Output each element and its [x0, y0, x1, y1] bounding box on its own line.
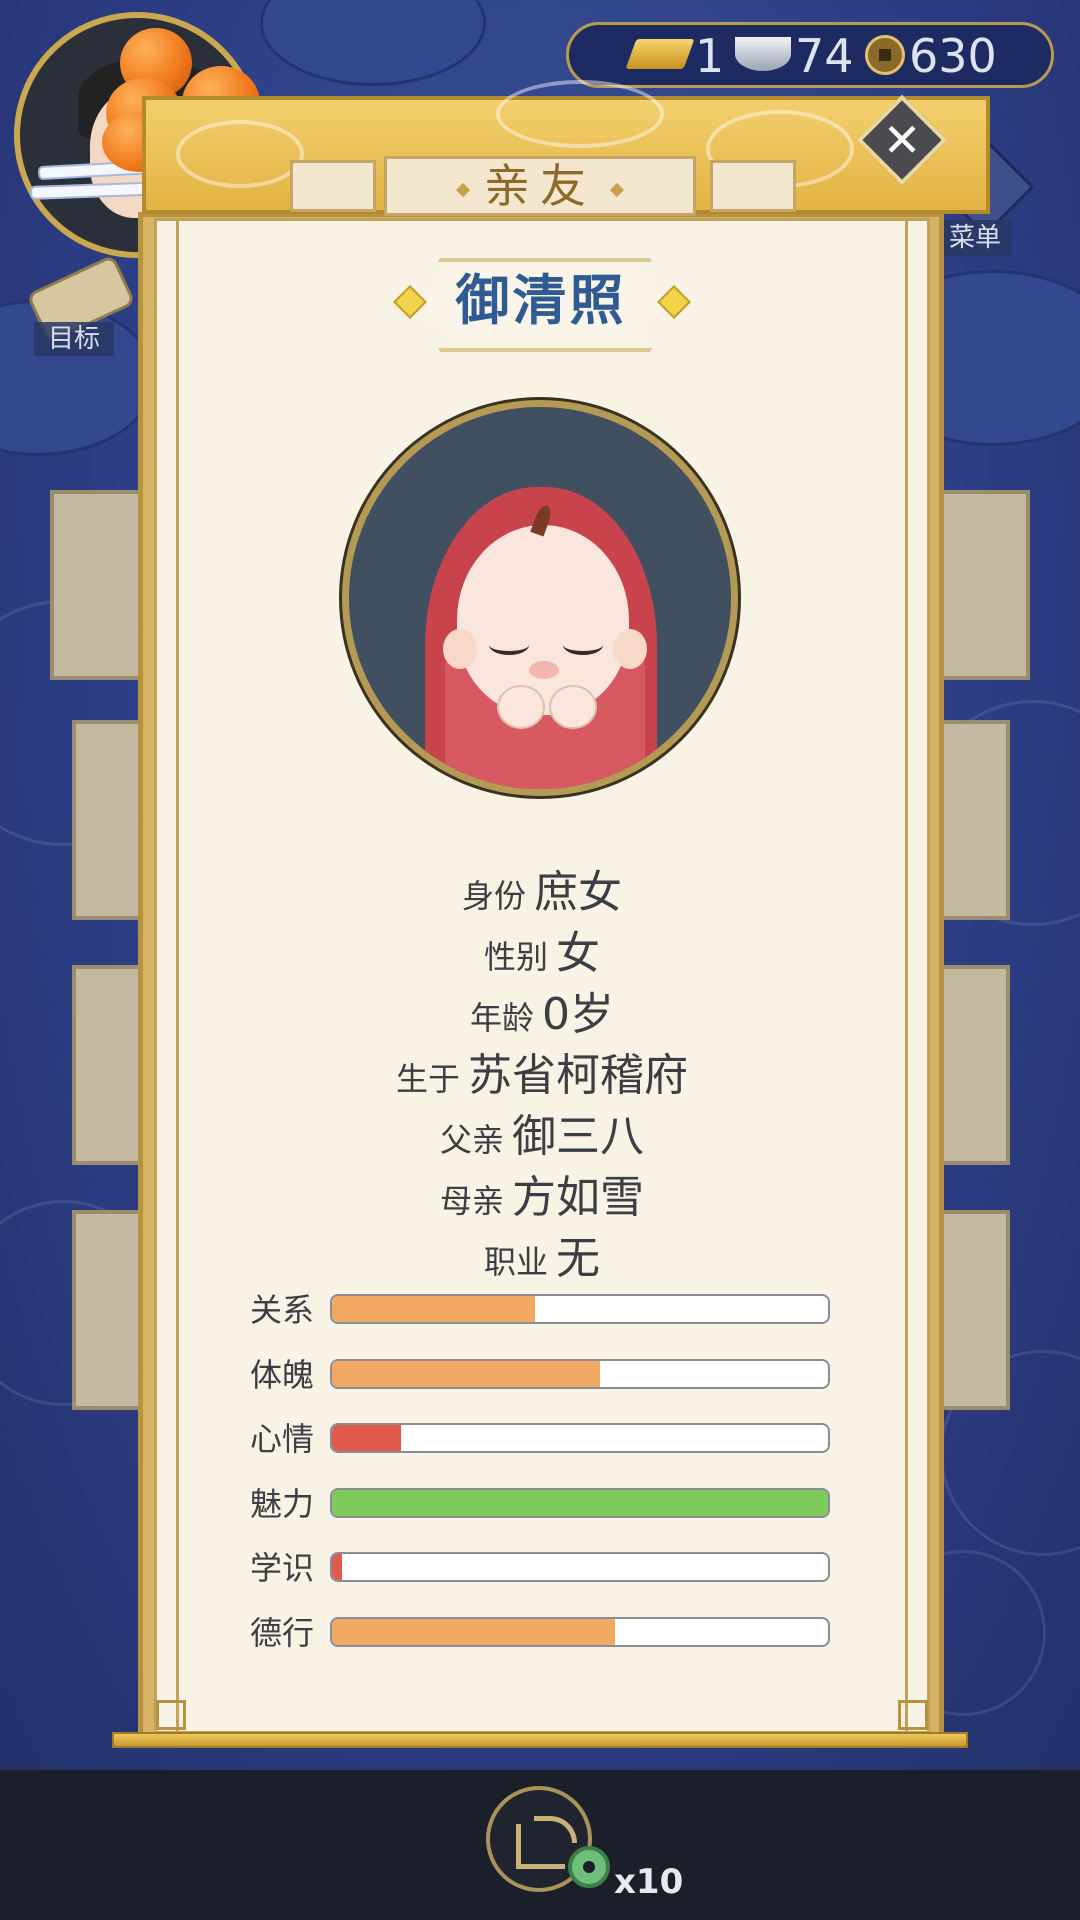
close-icon: ✕	[882, 113, 922, 167]
info-value: 苏省柯稽府	[468, 1050, 688, 1101]
menu-label: 菜单	[938, 220, 1012, 256]
info-label: 父亲	[439, 1121, 504, 1159]
character-portrait	[342, 400, 738, 796]
stat-label: 学识	[250, 1549, 315, 1587]
stat-bar	[330, 1488, 830, 1518]
stat-bar	[330, 1294, 830, 1324]
header-plate	[290, 160, 376, 212]
stat-bar	[330, 1359, 830, 1389]
stat-fill	[332, 1425, 402, 1451]
corner-ornament	[898, 1700, 928, 1730]
dialog-title-text: 亲友	[484, 159, 596, 213]
info-occupation: 职业无	[176, 1222, 908, 1284]
character-name: 御清照	[455, 269, 627, 332]
info-value: 无	[556, 1233, 600, 1284]
info-value: 0岁	[542, 989, 614, 1040]
info-label: 职业	[483, 1243, 548, 1281]
stat-bar	[330, 1617, 830, 1647]
stat-bar	[330, 1423, 830, 1453]
jade-coin-icon	[568, 1846, 610, 1888]
header-plate	[710, 160, 796, 212]
stat-label: 关系	[250, 1291, 315, 1329]
info-birthplace: 生于 苏省柯稽府	[176, 1039, 908, 1101]
currency-bar: 1 74 630	[566, 22, 1054, 88]
info-identity: 身份 庶女	[176, 856, 908, 918]
goal-label: 目标	[34, 322, 114, 356]
stat-label: 心情	[250, 1420, 315, 1458]
dialog-title: 亲友	[384, 156, 696, 216]
gold-ingot-icon	[625, 39, 695, 69]
copper-coin-icon	[865, 35, 905, 75]
gold-count: 1	[695, 29, 725, 83]
silver-count: 74	[795, 29, 854, 83]
info-value: 方如雪	[512, 1172, 644, 1223]
info-value: 庶女	[534, 867, 622, 918]
share-arrow-icon	[534, 1816, 577, 1843]
stat-fill	[332, 1361, 600, 1387]
stat-label: 德行	[250, 1614, 315, 1652]
stat-bar	[330, 1552, 830, 1582]
info-label: 生于	[395, 1060, 460, 1098]
info-mother: 母亲 方如雪	[176, 1161, 908, 1223]
silver-ingot-icon	[735, 37, 791, 71]
goal-button[interactable]: 目标	[18, 254, 136, 358]
stat-label: 魅力	[250, 1485, 315, 1523]
info-label: 母亲	[439, 1182, 504, 1220]
name-plate: 御清照	[393, 258, 691, 352]
info-age: 年龄 0岁	[176, 978, 908, 1040]
info-value: 女	[556, 928, 600, 979]
scroll-bottom-rod	[112, 1732, 968, 1748]
corner-ornament	[156, 1700, 186, 1730]
info-label: 年龄	[469, 999, 534, 1037]
stat-fill	[332, 1619, 615, 1645]
stat-fill	[332, 1490, 828, 1516]
info-label: 身份	[461, 877, 526, 915]
stat-fill	[332, 1296, 536, 1322]
stat-fill	[332, 1554, 342, 1580]
info-value: 御三八	[512, 1111, 644, 1162]
info-gender: 性别女	[176, 917, 908, 979]
stat-label: 体魄	[250, 1356, 315, 1394]
copper-count: 630	[909, 29, 997, 83]
info-father: 父亲 御三八	[176, 1100, 908, 1162]
share-reward-count: x10	[614, 1862, 684, 1902]
info-label: 性别	[483, 938, 548, 976]
background-card	[930, 490, 1030, 680]
